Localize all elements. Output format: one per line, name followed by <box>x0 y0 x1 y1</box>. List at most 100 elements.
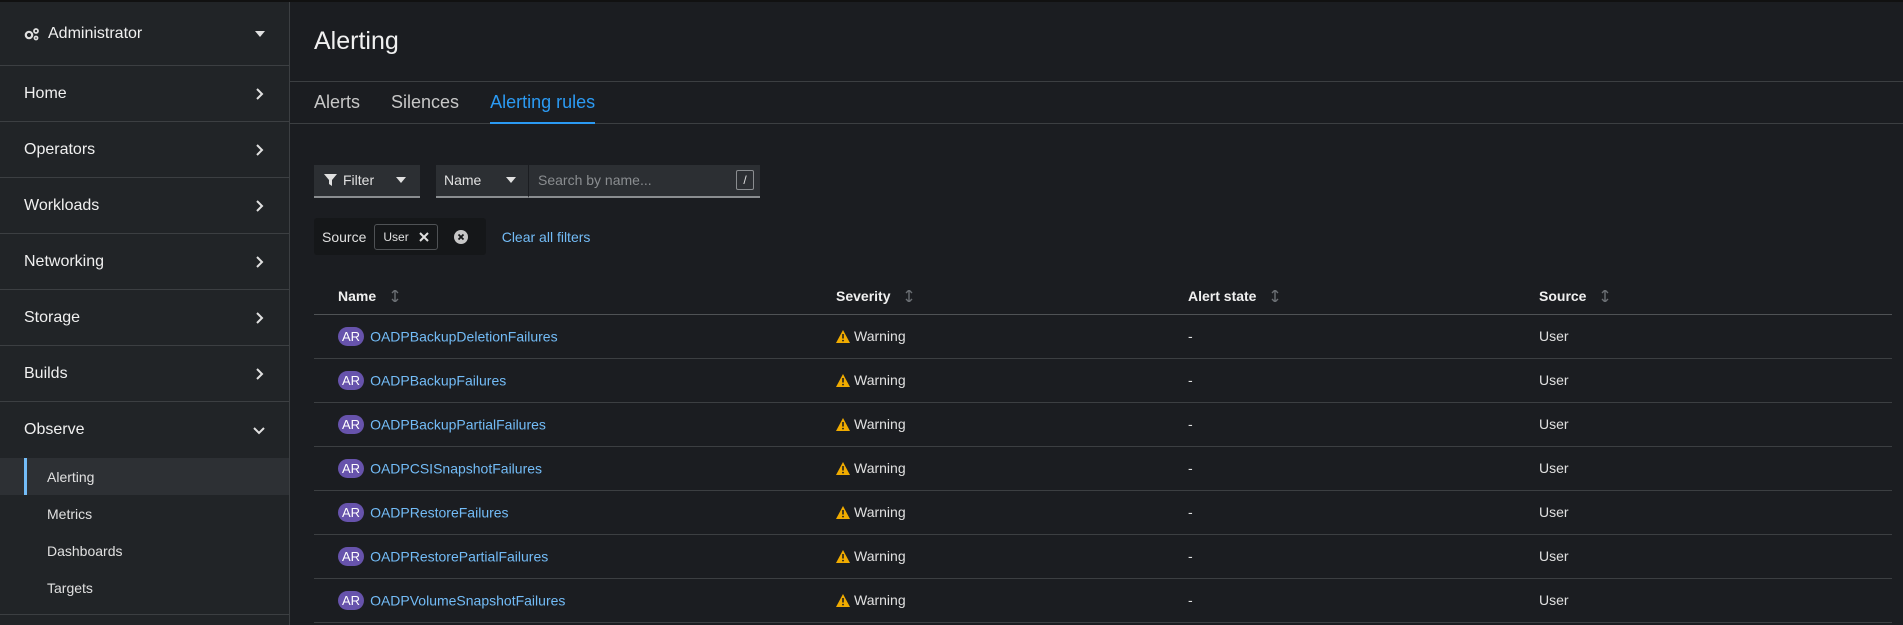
nav-item-home[interactable]: Home <box>0 66 289 122</box>
cell-name: AR OADPRestorePartialFailures <box>314 534 824 579</box>
severity-label: Warning <box>854 460 906 476</box>
search-box: / <box>528 164 760 198</box>
nav-item-label: Operators <box>24 140 96 158</box>
column-header-label: Alert state <box>1188 288 1257 305</box>
chevron-down-icon <box>253 427 265 435</box>
nav-item-label: Observe <box>24 421 85 438</box>
cell-source: User <box>1526 314 1892 359</box>
column-header-name[interactable]: Name <box>314 279 824 315</box>
table-row: AR OADPRestorePartialFailures Warning - U… <box>314 534 1892 579</box>
rule-name-link[interactable]: OADPCSISnapshotFailures <box>370 460 542 476</box>
subnav-item-metrics[interactable]: Metrics <box>0 495 289 532</box>
warning-triangle-icon <box>836 418 850 431</box>
sort-icon <box>391 290 399 303</box>
cell-severity: Warning <box>824 358 1175 403</box>
alerting-rule-badge: AR <box>338 458 365 478</box>
times-circle-icon[interactable] <box>453 229 468 244</box>
clear-all-filters-link[interactable]: Clear all filters <box>502 229 591 245</box>
rule-name-link[interactable]: OADPVolumeSnapshotFailures <box>370 592 565 608</box>
sort-icon <box>905 290 913 303</box>
column-header-alert-state[interactable]: Alert state <box>1175 279 1526 315</box>
severity-label: Warning <box>854 504 906 520</box>
subnav-item-label: Alerting <box>47 468 95 485</box>
nav-item-storage[interactable]: Storage <box>0 290 289 346</box>
chevron-right-icon <box>256 143 264 156</box>
rule-name-link[interactable]: OADPBackupFailures <box>370 372 506 388</box>
chip-group-label: Source <box>322 228 367 245</box>
subnav-item-dashboards[interactable]: Dashboards <box>0 532 289 569</box>
cell-severity: Warning <box>824 578 1175 623</box>
cell-severity: Warning <box>824 534 1175 579</box>
cell-severity: Warning <box>824 402 1175 447</box>
subnav-item-label: Targets <box>47 579 93 596</box>
warning-triangle-icon <box>836 594 850 607</box>
nav-item-workloads[interactable]: Workloads <box>0 178 289 234</box>
cell-name: AR OADPBackupPartialFailures <box>314 402 824 447</box>
nav-item-builds[interactable]: Builds <box>0 346 289 402</box>
warning-triangle-icon <box>836 550 850 563</box>
rule-name-link[interactable]: OADPRestoreFailures <box>370 504 509 520</box>
gears-icon <box>24 27 39 40</box>
sidebar: Administrator Home Operators Workloads N… <box>0 2 290 625</box>
nav-item-networking[interactable]: Networking <box>0 234 289 290</box>
nav-item-label: Storage <box>24 308 81 326</box>
nav-item-label: Networking <box>24 252 105 270</box>
chevron-right-icon <box>256 367 264 380</box>
sort-icon <box>1271 290 1279 303</box>
tab-alerting-rules[interactable]: Alerting rules <box>490 82 596 124</box>
chevron-right-icon <box>256 311 264 324</box>
severity-label: Warning <box>854 416 906 432</box>
cell-source: User <box>1526 578 1892 623</box>
close-icon[interactable] <box>418 231 429 242</box>
cell-name: AR OADPCSISnapshotFailures <box>314 446 824 491</box>
nav-item-operators[interactable]: Operators <box>0 122 289 178</box>
cell-alert-state: - <box>1175 446 1526 491</box>
alerting-rule-badge: AR <box>338 546 365 566</box>
attribute-select[interactable]: Name <box>436 164 528 198</box>
column-header-source[interactable]: Source <box>1526 279 1892 315</box>
rule-name-link[interactable]: OADPRestorePartialFailures <box>370 548 548 564</box>
app-root: Administrator Home Operators Workloads N… <box>0 0 1903 625</box>
chevron-right-icon <box>256 87 264 100</box>
search-shortcut-hint: / <box>736 170 754 190</box>
subnav-item-label: Dashboards <box>47 542 123 559</box>
severity-label: Warning <box>854 592 906 608</box>
cell-name: AR OADPBackupFailures <box>314 358 824 403</box>
observe-subnav: Alerting Metrics Dashboards Targets <box>0 458 289 615</box>
warning-triangle-icon <box>836 462 850 475</box>
alerting-rule-badge: AR <box>338 370 365 390</box>
subnav-item-targets[interactable]: Targets <box>0 569 289 606</box>
filter-toolbar: Filter Name / <box>314 164 1903 198</box>
perspective-switcher[interactable]: Administrator <box>0 2 289 66</box>
table-row: AR OADPRestoreFailures Warning - User <box>314 490 1892 535</box>
cell-source: User <box>1526 446 1892 491</box>
alerting-rules-table: Name Severity Alert state Source AR OADP… <box>314 279 1892 623</box>
severity-label: Warning <box>854 372 906 388</box>
tab-alerts[interactable]: Alerts <box>314 82 360 123</box>
subnav-item-alerting[interactable]: Alerting <box>0 458 289 495</box>
column-header-severity[interactable]: Severity <box>824 279 1175 315</box>
cell-severity: Warning <box>824 490 1175 535</box>
cell-source: User <box>1526 402 1892 447</box>
subnav-item-label: Metrics <box>47 505 93 522</box>
search-input[interactable] <box>538 172 736 188</box>
table-row: AR OADPVolumeSnapshotFailures Warning - U… <box>314 578 1892 623</box>
rule-name-link[interactable]: OADPBackupPartialFailures <box>370 416 546 432</box>
rules-content: Filter Name / Source <box>290 124 1903 623</box>
nav-item-observe[interactable]: Observe <box>0 402 289 458</box>
chevron-right-icon <box>256 199 264 212</box>
cell-name: AR OADPRestoreFailures <box>314 490 824 535</box>
warning-triangle-icon <box>836 374 850 387</box>
warning-triangle-icon <box>836 330 850 343</box>
cell-name: AR OADPVolumeSnapshotFailures <box>314 578 824 623</box>
cell-source: User <box>1526 490 1892 535</box>
nav-item-label: Home <box>24 84 67 102</box>
chevron-right-icon <box>256 255 264 268</box>
nav-item-label: Builds <box>24 364 68 382</box>
caret-down-icon <box>506 177 516 183</box>
rule-name-link[interactable]: OADPBackupDeletionFailures <box>370 328 558 344</box>
filter-dropdown-button[interactable]: Filter <box>314 164 420 198</box>
tab-silences[interactable]: Silences <box>391 82 459 123</box>
warning-triangle-icon <box>836 506 850 519</box>
caret-down-icon <box>255 30 265 37</box>
